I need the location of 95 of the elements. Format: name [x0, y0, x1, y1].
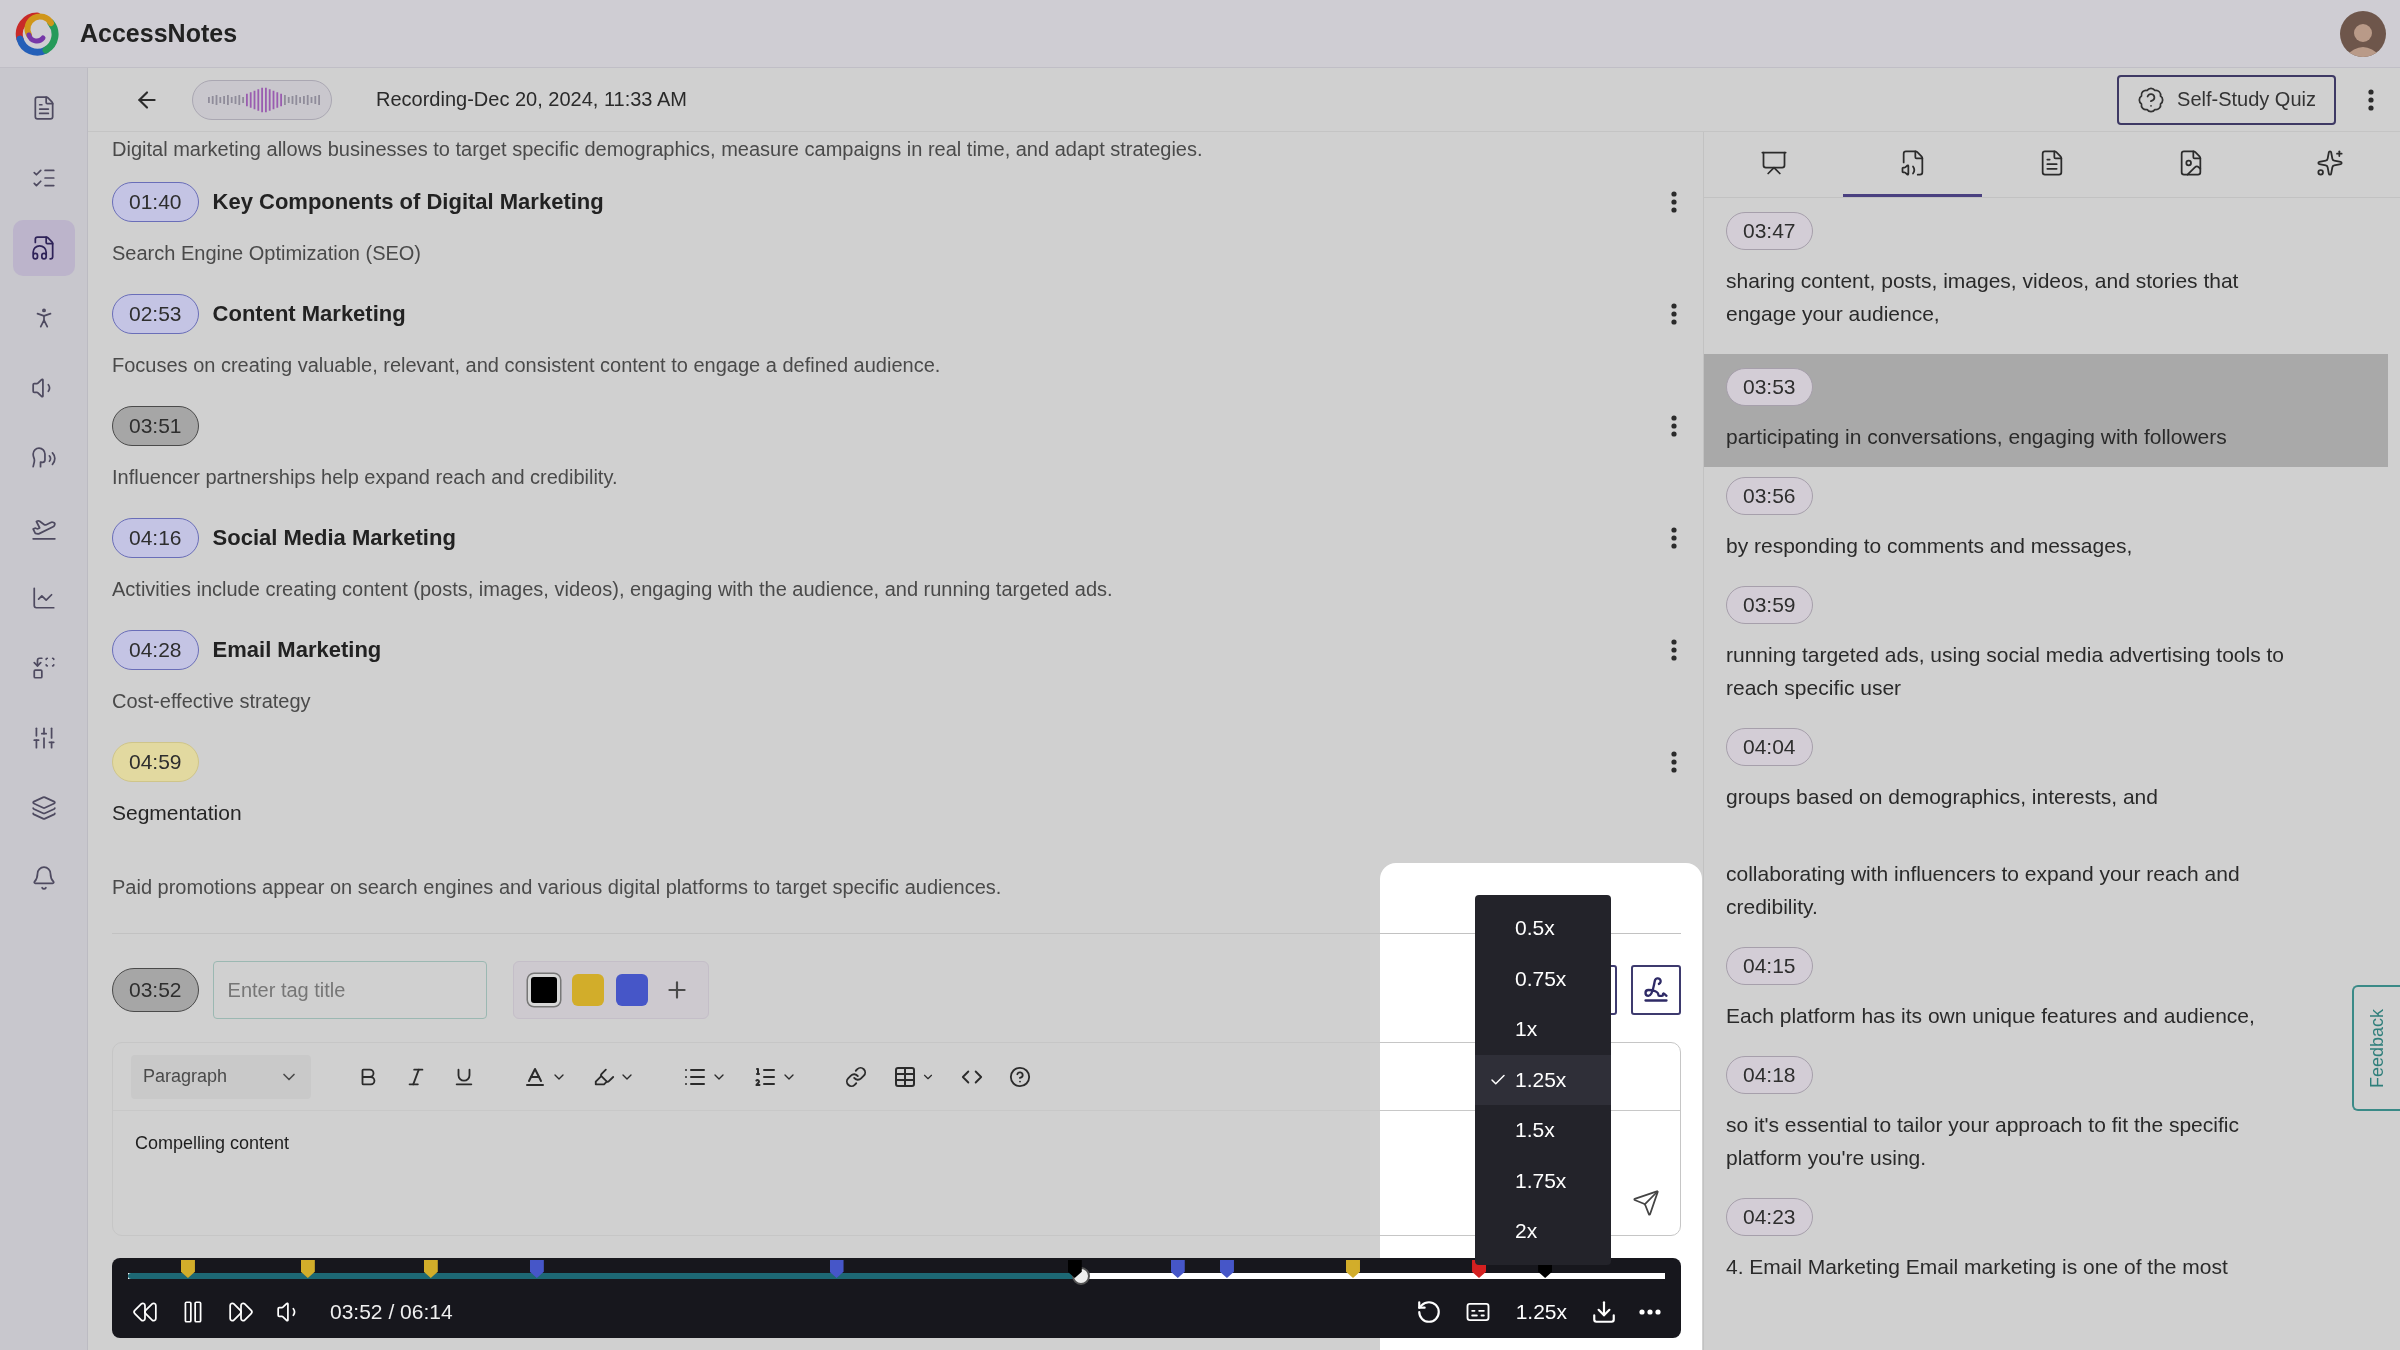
more-vertical-icon: [2368, 88, 2374, 111]
transcript-text: collaborating with influencers to expand your reach and credibility.: [1726, 861, 2241, 920]
more-vertical-icon: [1671, 303, 1677, 325]
question-badge-icon: [2137, 85, 2166, 114]
transcript-item[interactable]: 03:53 participating in conversations, engaging with followers: [1704, 354, 2388, 467]
section-title: Social Media Marketing: [212, 525, 457, 551]
transcript-item[interactable]: 04:23 4. Email Marketing Email marketing is one of the most: [1704, 1198, 2348, 1297]
editor-text[interactable]: Compelling content: [135, 1133, 290, 1154]
timestamp-tag[interactable]: 02:53: [112, 294, 199, 334]
transcript-item[interactable]: 04:04 groups based on demographics, interests, and: [1704, 728, 2348, 827]
more-vertical-icon: [1671, 751, 1677, 773]
timestamp-tag[interactable]: 04:16: [112, 518, 199, 558]
note-text: Search Engine Optimization (SEO): [112, 241, 423, 266]
transcript-item[interactable]: 03:56 by responding to comments and messages,: [1704, 477, 2348, 576]
timestamp-tag[interactable]: 04:04: [1726, 728, 1813, 766]
more-vertical-icon: [1671, 527, 1677, 549]
tag-title-input[interactable]: Enter tag title: [212, 961, 487, 1019]
bell-icon: [30, 865, 57, 891]
speed-option[interactable]: 1.25x: [1475, 1054, 1611, 1105]
transcript-item[interactable]: 03:47 sharing content, posts, images, videos, and stories that engage your audience,: [1704, 212, 2348, 344]
transcript-item[interactable]: 04:15 Each platform has its own unique features and audience,: [1704, 947, 2348, 1046]
transcript-item[interactable]: 04:18 so it's essential to tailor your approach to fit the specific platform you're using.: [1704, 1056, 2348, 1188]
replay-icon: [1415, 1299, 1442, 1325]
timestamp-tag[interactable]: 03:59: [1726, 586, 1813, 624]
timestamp-tag[interactable]: 03:53: [1726, 368, 1813, 406]
intro-text: Digital marketing allows businesses to target specific demographics, measure campaigns in real time, and adapt strategies.: [112, 137, 1204, 162]
note-text: Influencer partnerships help expand reach and credibility.: [112, 465, 619, 490]
section-title: Email Marketing: [212, 637, 383, 663]
sliders-icon: [30, 725, 57, 751]
color-swatch[interactable]: [527, 974, 560, 1006]
note-text: Paid promotions appear on search engines and various digital platforms to target specific audiences.: [112, 875, 1003, 900]
timestamp-tag[interactable]: 03:56: [1726, 477, 1813, 515]
timestamp-tag[interactable]: 04:59: [112, 742, 199, 782]
speed-option[interactable]: 1.5x: [1475, 1105, 1611, 1156]
transcript-item[interactable]: 03:59 running targeted ads, using social media advertising tools to reach specific user: [1704, 586, 2348, 718]
more-vertical-icon: [1671, 639, 1677, 661]
more-horizontal-icon: [1639, 1309, 1661, 1315]
section-title: Key Components of Digital Marketing: [212, 189, 605, 215]
signature-icon: [1642, 976, 1670, 1004]
self-study-quiz-button[interactable]: Self-Study Quiz: [2117, 74, 2336, 125]
transcript-text: by responding to comments and messages,: [1726, 533, 2133, 559]
transcript-text: so it's essential to tailor your approach to fit the specific platform you're using.: [1726, 1112, 2240, 1171]
timestamp-tag[interactable]: 04:15: [1726, 947, 1813, 985]
timestamp-tag[interactable]: 03:52: [112, 968, 199, 1012]
transcript-text: sharing content, posts, images, videos, and stories that engage your audience,: [1726, 268, 2240, 327]
link-icon: [845, 1065, 867, 1088]
timestamp-tag[interactable]: 01:40: [112, 182, 199, 222]
table-icon: [893, 1064, 917, 1089]
recording-title: Recording-Dec 20, 2024, 11:33 AM: [376, 88, 688, 111]
note-text: Focuses on creating valuable, relevant, and consistent content to engage a defined audience.: [112, 353, 942, 378]
download-icon: [1591, 1299, 1617, 1325]
app-name: AccessNotes: [80, 19, 239, 48]
timestamp-tag[interactable]: 04:18: [1726, 1056, 1813, 1094]
app-logo: [14, 10, 60, 57]
line-chart-icon: [30, 585, 57, 611]
more-vertical-icon: [1671, 415, 1677, 437]
transcript-text: Each platform has its own unique features and audience,: [1726, 1003, 2255, 1029]
color-swatch[interactable]: [571, 974, 604, 1006]
swap-icon: [30, 655, 57, 681]
audio-waveform-pill[interactable]: [192, 79, 332, 120]
speed-option[interactable]: 0.5x: [1475, 903, 1611, 954]
presentation-icon: [1759, 149, 1788, 177]
help-icon: [1009, 1065, 1031, 1088]
color-swatch[interactable]: [615, 974, 648, 1006]
section-title: Content Marketing: [212, 301, 407, 327]
playback-speed-button[interactable]: 1.25x: [1509, 1299, 1573, 1325]
note-text: Cost-effective strategy: [112, 689, 312, 714]
section-subheading: Segmentation: [112, 800, 243, 826]
audio-file-icon: [30, 235, 57, 261]
sparkles-icon: [2316, 149, 2345, 177]
transcript-text: groups based on demographics, interests, and: [1726, 784, 2158, 810]
send-icon: [1632, 1189, 1660, 1217]
timestamp-tag[interactable]: 03:47: [1726, 212, 1813, 250]
speed-option[interactable]: 1.75x: [1475, 1155, 1611, 1206]
transcript-text: 4. Email Marketing Email marketing is one of the most: [1726, 1254, 2228, 1280]
speed-option[interactable]: 0.75x: [1475, 953, 1611, 1004]
timestamp-tag[interactable]: 04:23: [1726, 1198, 1813, 1236]
timestamp-tag[interactable]: 04:28: [112, 630, 199, 670]
speed-option[interactable]: 1x: [1475, 1004, 1611, 1055]
transcript-text: participating in conversations, engaging with followers: [1726, 424, 2227, 450]
sidebar-item[interactable]: [12, 220, 75, 276]
transcript-text: running targeted ads, using social media advertising tools to reach specific user: [1726, 642, 2285, 701]
timestamp-tag[interactable]: 03:51: [112, 406, 199, 446]
transcript-item[interactable]: collaborating with influencers to expand your reach and credibility.: [1704, 837, 2348, 937]
handwriting-button[interactable]: [1631, 965, 1681, 1015]
layers-icon: [30, 795, 57, 821]
more-vertical-icon: [1671, 191, 1677, 213]
fast-forward-icon: [228, 1299, 254, 1325]
note-text: Activities include creating content (posts, images, videos), engaging with the audience, and running targeted ads.: [112, 577, 1114, 602]
rewind-icon: [132, 1299, 158, 1325]
playback-time: 03:52 / 06:14: [330, 1300, 454, 1324]
speed-option[interactable]: 2x: [1475, 1206, 1611, 1257]
paragraph-select[interactable]: Paragraph: [131, 1054, 311, 1099]
speaking-person-icon: [30, 445, 57, 471]
user-avatar[interactable]: [2340, 10, 2386, 57]
